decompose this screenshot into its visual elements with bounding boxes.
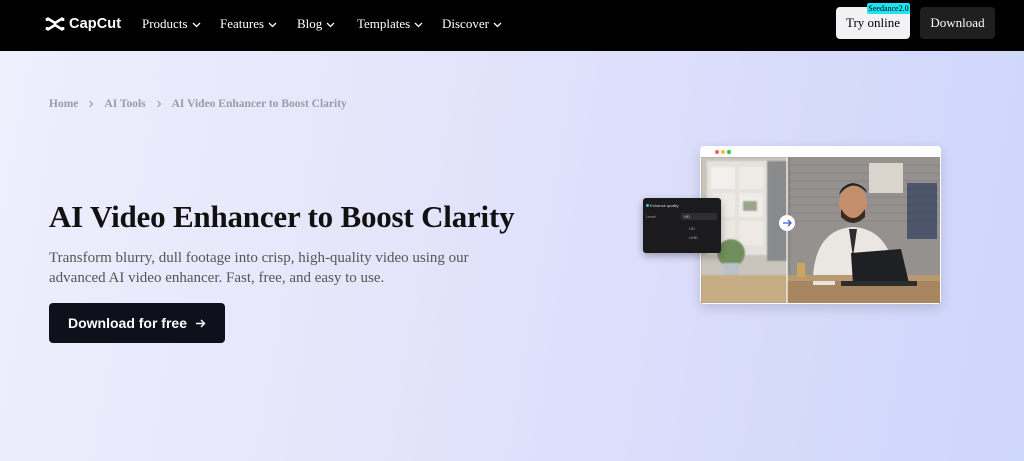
window-dot: [721, 150, 725, 154]
chevron-down-icon: [268, 22, 277, 28]
seedance-badge: Seedance2.0: [867, 3, 910, 14]
window-dot: [727, 150, 731, 154]
nav-features-label: Features: [220, 16, 265, 31]
enhance-quality-panel: Enhance quality Level HD HD UHD: [643, 198, 721, 253]
chevron-right-icon: [89, 100, 94, 108]
chevron-down-icon: [414, 22, 423, 28]
enhancer-preview-window: [700, 146, 941, 304]
panel-title: Enhance quality: [650, 203, 679, 208]
cta-label: Download for free: [67, 315, 187, 331]
capcut-logo[interactable]: CapCut: [45, 14, 121, 34]
arrow-right-icon: [196, 319, 206, 327]
nav-products-label: Products: [142, 16, 188, 31]
nav-templates[interactable]: Templates: [357, 16, 423, 32]
nav-blog-label: Blog: [297, 16, 323, 31]
quality-option-uhd[interactable]: UHD: [689, 235, 698, 240]
breadcrumb-home[interactable]: Home: [49, 98, 78, 110]
window-dots: [715, 150, 733, 154]
download-for-free-button[interactable]: Download for free: [49, 303, 225, 343]
quality-selected-value: HD: [684, 214, 690, 219]
quality-option-hd[interactable]: HD: [689, 226, 695, 231]
page-title: AI Video Enhancer to Boost Clarity: [49, 199, 515, 234]
nav-download-button[interactable]: Download: [920, 7, 995, 39]
quality-select[interactable]: HD: [681, 213, 717, 220]
nav-discover[interactable]: Discover: [442, 16, 502, 32]
panel-level-label: Level: [646, 214, 656, 219]
nav-templates-label: Templates: [357, 16, 411, 31]
chevron-right-icon: [156, 100, 161, 108]
nav-blog[interactable]: Blog: [297, 16, 335, 32]
breadcrumb: Home AI Tools AI Video Enhancer to Boost…: [49, 98, 347, 110]
chevron-down-icon: [326, 22, 335, 28]
breadcrumb-ai-tools[interactable]: AI Tools: [104, 98, 145, 110]
before-after-image: [701, 157, 940, 303]
nav-discover-label: Discover: [442, 16, 489, 31]
top-navbar: CapCut Products Features Blog Templates …: [0, 0, 1024, 51]
nav-features[interactable]: Features: [220, 16, 277, 32]
window-dot: [715, 150, 719, 154]
chevron-down-icon: [192, 22, 200, 28]
hero-subtitle: Transform blurry, dull footage into cris…: [49, 250, 469, 286]
chevron-down-icon: [493, 22, 502, 28]
breadcrumb-current: AI Video Enhancer to Boost Clarity: [171, 98, 347, 110]
brand-name: CapCut: [69, 16, 122, 32]
capcut-logo-icon: [45, 16, 65, 32]
panel-dot-icon: [646, 204, 649, 207]
nav-products[interactable]: Products: [142, 16, 201, 32]
